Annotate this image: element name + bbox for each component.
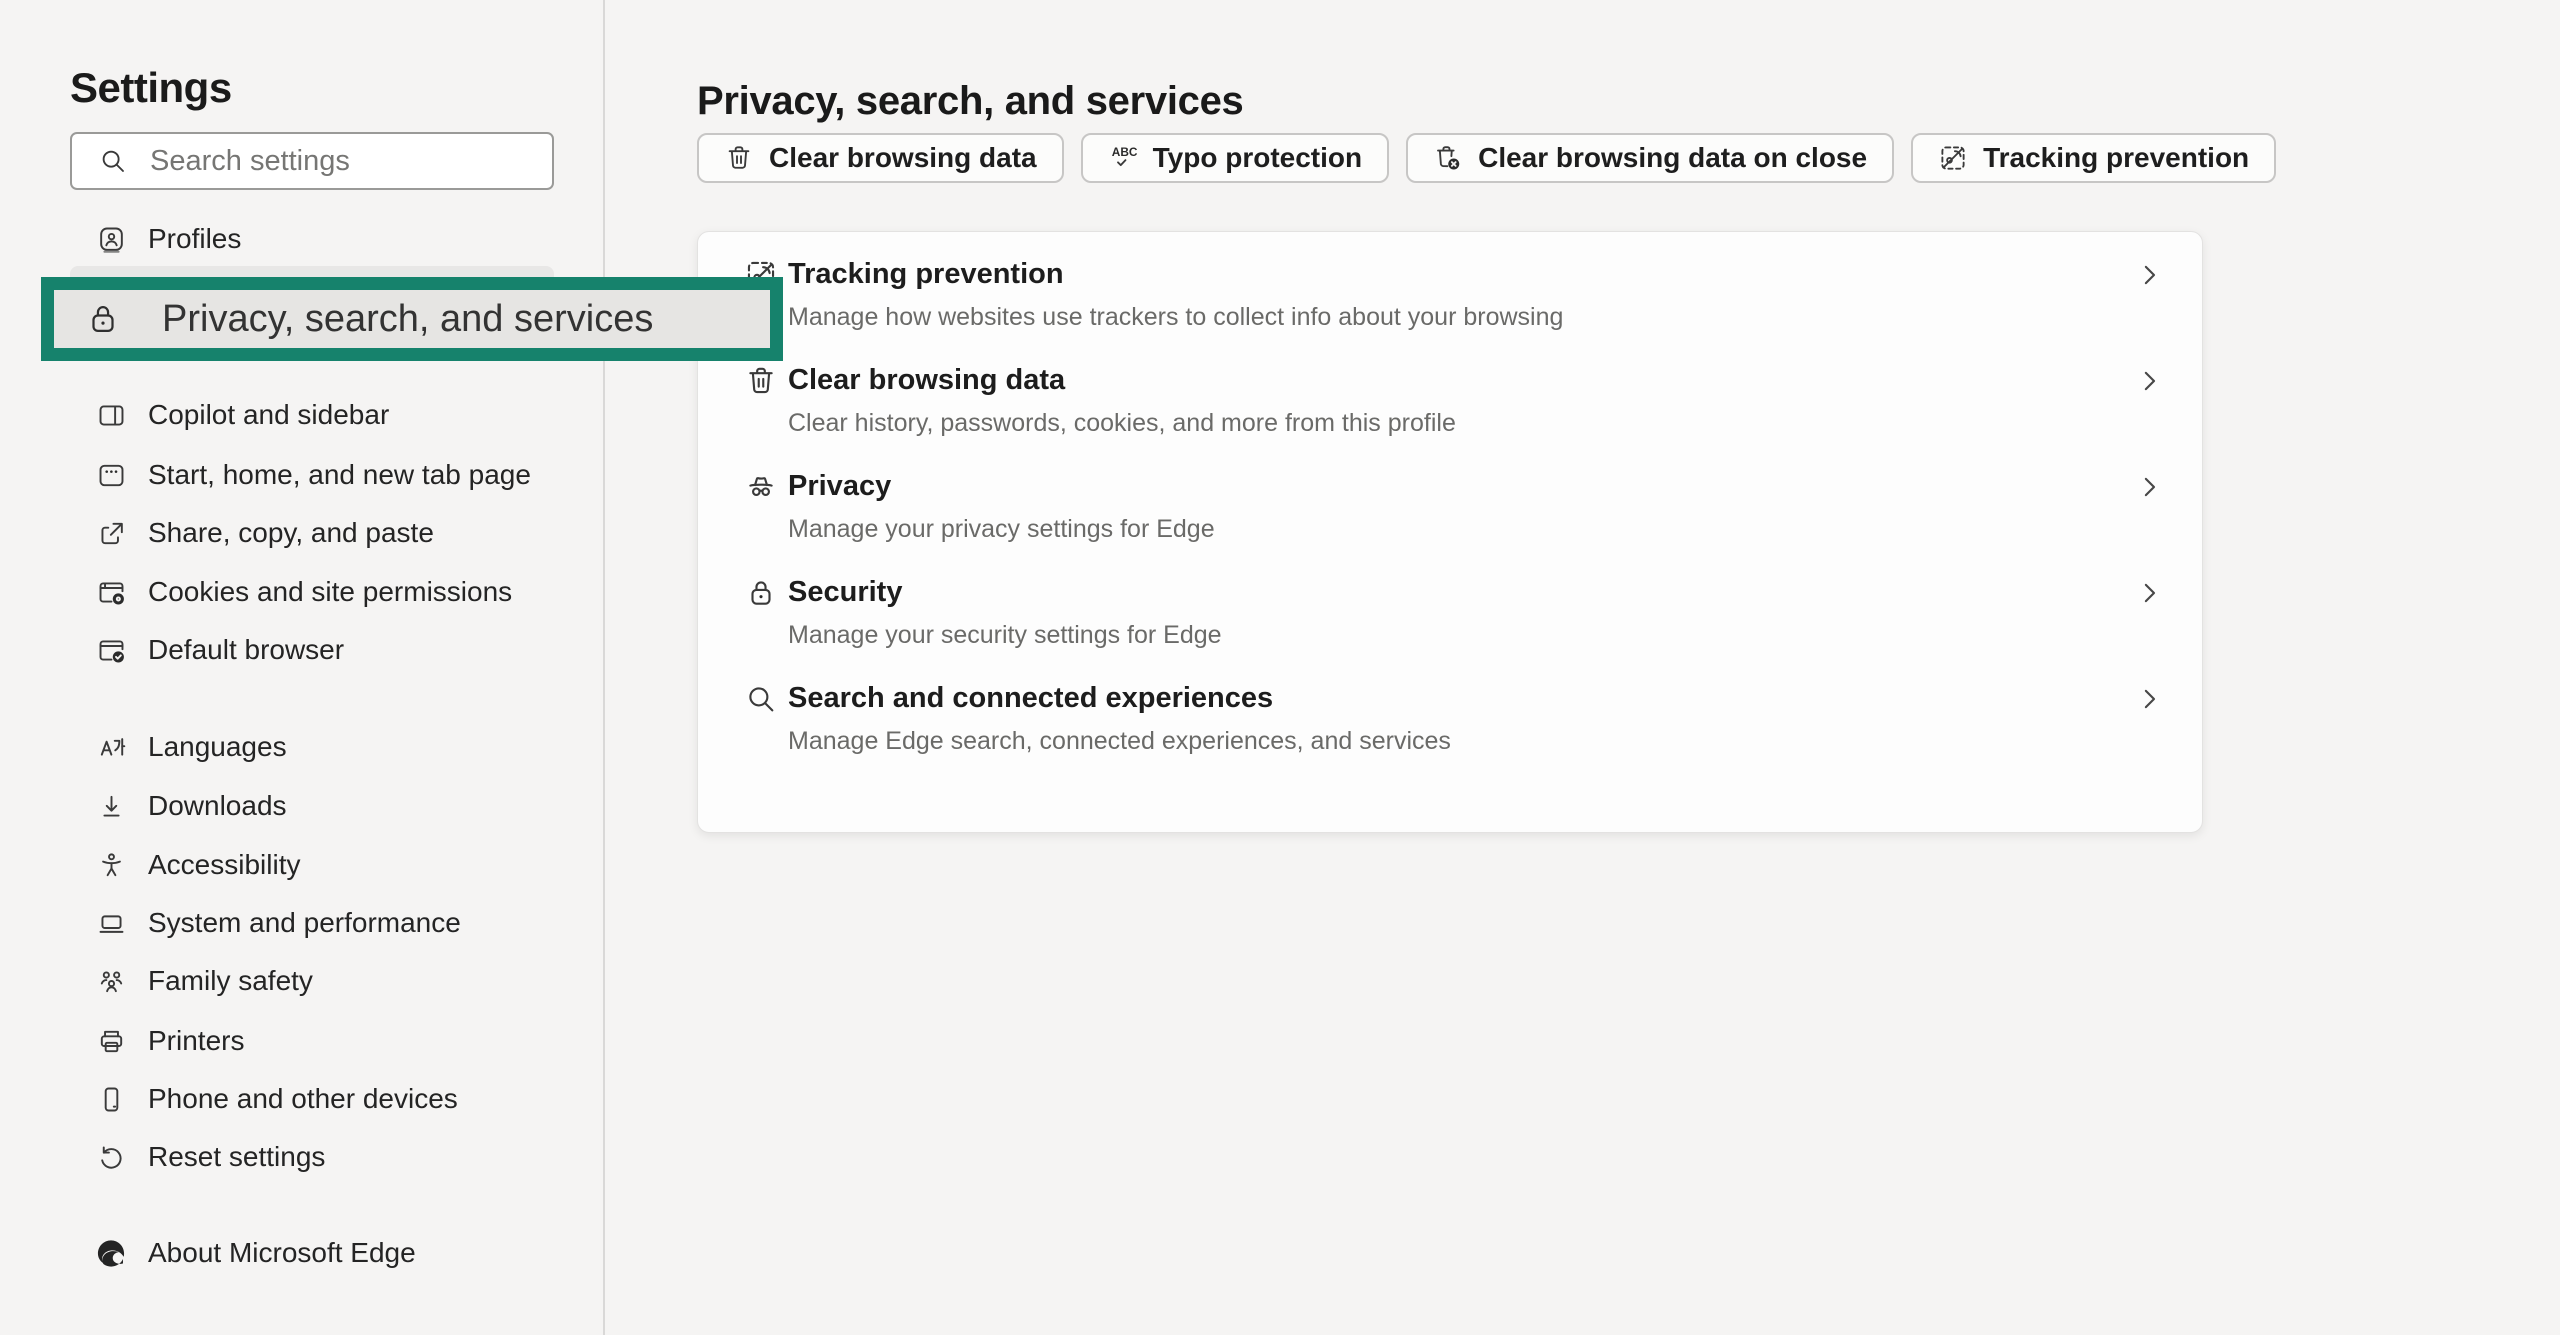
row-title: Search and connected experiences [788, 680, 1451, 716]
row-description: Clear history, passwords, cookies, and m… [788, 408, 1456, 438]
tracking-prevention-button[interactable]: Tracking prevention [1911, 133, 2276, 183]
sidebar-item-languages[interactable]: Languages [70, 723, 554, 771]
sidebar-layout-icon [95, 399, 127, 431]
family-icon [95, 965, 127, 997]
phone-icon [95, 1083, 127, 1115]
row-tracking-prevention[interactable]: Tracking prevention Manage how websites … [698, 241, 2202, 347]
row-security[interactable]: Security Manage your security settings f… [698, 559, 2202, 665]
profiles-icon [95, 223, 127, 255]
download-icon [95, 790, 127, 822]
abc-check-icon: ABC [1108, 143, 1138, 173]
trash-icon [744, 364, 778, 398]
toolbar: Clear browsing data ABC Typo protection … [697, 133, 2276, 183]
sidebar-item-profiles[interactable]: Profiles [70, 215, 554, 263]
sidebar-item-label: Phone and other devices [148, 1083, 458, 1115]
search-icon [744, 682, 778, 716]
chevron-right-icon [2134, 472, 2164, 507]
sidebar-item-printers[interactable]: Printers [70, 1017, 554, 1065]
trash-icon [724, 143, 754, 173]
sidebar-item-label: System and performance [148, 907, 461, 939]
clear-browsing-data-on-close-button[interactable]: Clear browsing data on close [1406, 133, 1894, 183]
page-title: Privacy, search, and services [697, 79, 1244, 124]
chevron-right-icon [2134, 578, 2164, 613]
search-settings-input[interactable] [150, 145, 530, 178]
sidebar-item-label: Reset settings [148, 1141, 325, 1173]
sidebar-item-copilot-and-sidebar[interactable]: Copilot and sidebar [70, 391, 554, 439]
sidebar-item-label: Copilot and sidebar [148, 399, 389, 431]
sidebar-item-label: Accessibility [148, 849, 300, 881]
row-title: Tracking prevention [788, 256, 1563, 292]
sidebar-item-label: Downloads [148, 790, 287, 822]
sidebar-item-cookies-site-permissions[interactable]: Cookies and site permissions [70, 568, 554, 616]
privacy-settings-card: Tracking prevention Manage how websites … [697, 231, 2203, 833]
sidebar-item-phone-other-devices[interactable]: Phone and other devices [70, 1075, 554, 1123]
annotation-label: Privacy, search, and services [162, 298, 653, 341]
button-label: Clear browsing data [769, 142, 1037, 174]
row-search-connected-experiences[interactable]: Search and connected experiences Manage … [698, 665, 2202, 771]
tracking-prevention-icon [1938, 143, 1968, 173]
sidebar-item-label: Start, home, and new tab page [148, 459, 531, 491]
sidebar-item-label: Cookies and site permissions [148, 576, 512, 608]
chevron-right-icon [2134, 366, 2164, 401]
sidebar-item-family-safety[interactable]: Family safety [70, 957, 554, 1005]
sidebar-item-label: Share, copy, and paste [148, 517, 434, 549]
sidebar-item-accessibility[interactable]: Accessibility [70, 841, 554, 889]
laptop-icon [95, 907, 127, 939]
new-tab-page-icon [95, 459, 127, 491]
sidebar-item-share-copy-paste[interactable]: Share, copy, and paste [70, 509, 554, 557]
button-label: Typo protection [1153, 142, 1362, 174]
share-icon [95, 517, 127, 549]
accessibility-icon [95, 849, 127, 881]
printer-icon [95, 1025, 127, 1057]
trash-close-icon [1433, 143, 1463, 173]
sidebar-title: Settings [70, 64, 232, 112]
row-title: Security [788, 574, 1222, 610]
clear-browsing-data-button[interactable]: Clear browsing data [697, 133, 1064, 183]
highlight-annotation: Privacy, search, and services [41, 277, 783, 361]
row-description: Manage your security settings for Edge [788, 620, 1222, 650]
incognito-icon [744, 470, 778, 504]
sidebar-item-downloads[interactable]: Downloads [70, 782, 554, 830]
row-title: Privacy [788, 468, 1215, 504]
reset-icon [95, 1141, 127, 1173]
chevron-right-icon [2134, 260, 2164, 295]
sidebar-item-label: Profiles [148, 223, 241, 255]
sidebar-item-label: Languages [148, 731, 287, 763]
lock-icon [744, 576, 778, 610]
row-description: Manage how websites use trackers to coll… [788, 302, 1563, 332]
search-icon [98, 146, 128, 176]
sidebar-item-default-browser[interactable]: Default browser [70, 626, 554, 674]
languages-icon [95, 731, 127, 763]
search-settings-box[interactable] [70, 132, 554, 190]
lock-icon [84, 298, 122, 340]
chevron-right-icon [2134, 684, 2164, 719]
default-browser-icon [95, 634, 127, 666]
button-label: Tracking prevention [1983, 142, 2249, 174]
sidebar-item-start-home-new-tab[interactable]: Start, home, and new tab page [70, 451, 554, 499]
sidebar-item-reset-settings[interactable]: Reset settings [70, 1133, 554, 1181]
settings-sidebar: Settings Profiles Copilot and sidebar St… [0, 0, 603, 1335]
main-content: Privacy, search, and services Clear brow… [605, 0, 2560, 1335]
svg-text:ABC: ABC [1111, 145, 1137, 159]
site-permissions-icon [95, 576, 127, 608]
sidebar-item-label: Printers [148, 1025, 244, 1057]
row-description: Manage Edge search, connected experience… [788, 726, 1451, 756]
sidebar-item-about-edge[interactable]: About Microsoft Edge [70, 1229, 554, 1277]
row-clear-browsing-data[interactable]: Clear browsing data Clear history, passw… [698, 347, 2202, 453]
row-description: Manage your privacy settings for Edge [788, 514, 1215, 544]
sidebar-item-label: About Microsoft Edge [148, 1237, 416, 1269]
sidebar-item-label: Family safety [148, 965, 313, 997]
edge-logo-icon [95, 1237, 127, 1269]
sidebar-item-system-performance[interactable]: System and performance [70, 899, 554, 947]
row-title: Clear browsing data [788, 362, 1456, 398]
sidebar-item-label: Default browser [148, 634, 344, 666]
button-label: Clear browsing data on close [1478, 142, 1867, 174]
typo-protection-button[interactable]: ABC Typo protection [1081, 133, 1389, 183]
row-privacy[interactable]: Privacy Manage your privacy settings for… [698, 453, 2202, 559]
